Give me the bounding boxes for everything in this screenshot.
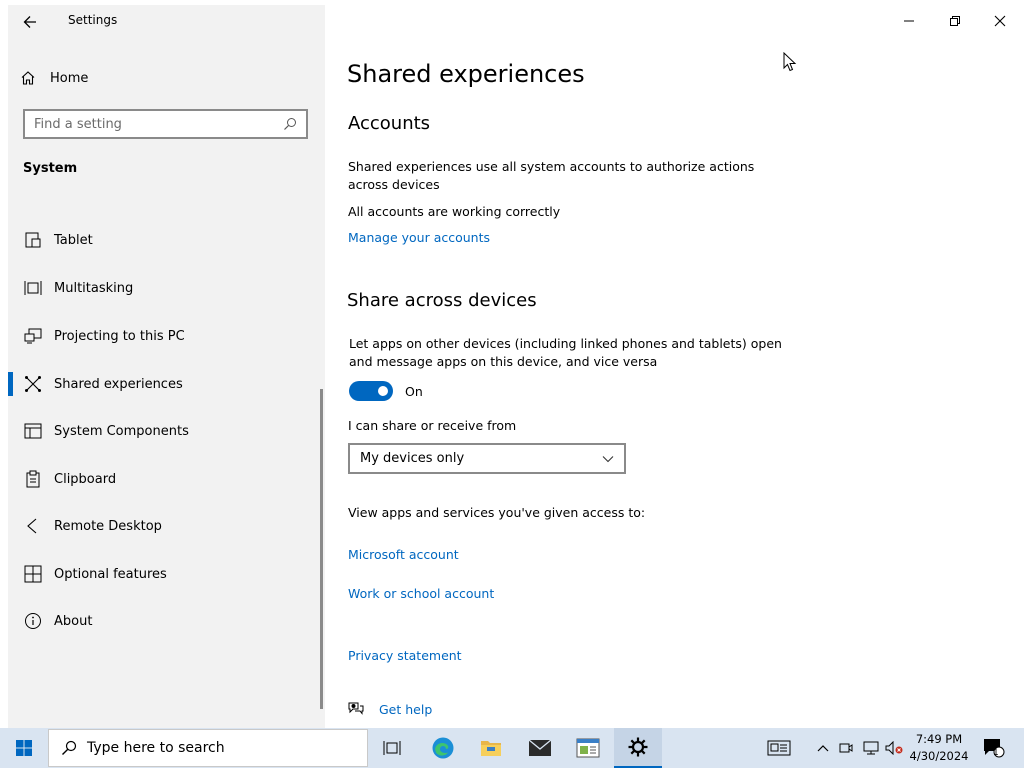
share-description: Let apps on other devices (including lin… <box>349 336 782 369</box>
task-view-icon <box>383 741 401 755</box>
microsoft-account-link[interactable]: Microsoft account <box>348 547 459 562</box>
accounts-status: All accounts are working correctly <box>348 204 561 219</box>
chevron-down-icon <box>602 455 614 462</box>
taskbar-clock[interactable]: 7:49 PM 4/30/2024 <box>904 731 974 765</box>
get-help[interactable]: Get help <box>347 700 432 718</box>
search-icon[interactable] <box>278 112 302 136</box>
search-icon <box>62 740 77 755</box>
home-icon <box>21 71 35 85</box>
restore-button[interactable] <box>932 6 978 36</box>
settings-window: Settings Home System Tablet Multitasking… <box>0 0 1024 728</box>
sidebar-item-tablet[interactable]: Tablet <box>8 221 325 259</box>
close-button[interactable] <box>977 6 1023 36</box>
volume-muted-icon <box>885 741 903 755</box>
minimize-icon <box>904 20 914 22</box>
sidebar-item-multitasking[interactable]: Multitasking <box>8 269 325 307</box>
nav-home[interactable]: Home <box>20 66 88 90</box>
share-toggle[interactable] <box>349 381 393 401</box>
tray-meet-now[interactable] <box>836 728 856 768</box>
taskbar-app-edge[interactable] <box>419 728 467 768</box>
system-components-icon <box>22 420 44 442</box>
tray-volume[interactable] <box>883 728 905 768</box>
clipboard-icon <box>22 468 44 490</box>
sidebar-item-shared-experiences[interactable]: Shared experiences <box>8 365 325 403</box>
share-from-dropdown-value: My devices only <box>360 451 465 466</box>
windows-logo-icon <box>16 740 32 756</box>
tray-overflow-button[interactable] <box>812 728 834 768</box>
taskbar-search-placeholder: Type here to search <box>87 740 225 756</box>
clock-date: 4/30/2024 <box>909 749 969 763</box>
network-icon <box>863 741 879 755</box>
edge-browser-icon <box>432 737 454 759</box>
sidebar-item-label: Tablet <box>54 232 93 248</box>
settings-gear-icon <box>628 737 648 757</box>
taskbar-search-box[interactable]: Type here to search <box>48 729 368 767</box>
start-button[interactable] <box>0 728 48 768</box>
accounts-description: Shared experiences use all system accoun… <box>348 159 755 192</box>
chevron-up-icon <box>817 745 829 752</box>
tablet-icon <box>22 229 44 251</box>
page-title: Shared experiences <box>347 60 585 88</box>
clock-time: 7:49 PM <box>915 732 963 746</box>
share-heading: Share across devices <box>347 290 537 311</box>
tray-network[interactable] <box>860 728 882 768</box>
setting-search-input[interactable] <box>25 116 278 132</box>
work-school-account-link[interactable]: Work or school account <box>348 586 494 601</box>
tray-news-button[interactable] <box>762 728 796 768</box>
sidebar-item-label: Clipboard <box>54 471 117 487</box>
taskbar-app-settings[interactable] <box>614 728 662 768</box>
privacy-statement-link[interactable]: Privacy statement <box>348 648 462 663</box>
shared-experiences-icon <box>22 373 44 395</box>
help-chat-icon <box>348 702 364 715</box>
share-from-dropdown[interactable]: My devices only <box>348 443 626 474</box>
notification-count: 1 <box>993 748 999 758</box>
task-view-button[interactable] <box>368 728 416 768</box>
sidebar-item-clipboard[interactable]: Clipboard <box>8 460 325 498</box>
restore-icon <box>950 16 960 26</box>
sidebar-item-label: Remote Desktop <box>54 518 162 534</box>
sidebar-item-label: Optional features <box>54 566 167 582</box>
taskbar-app-mail[interactable] <box>516 728 564 768</box>
about-icon <box>22 610 44 632</box>
taskbar-app-file-explorer[interactable] <box>467 728 515 768</box>
sidebar-item-label: Projecting to this PC <box>54 328 185 344</box>
minimize-button[interactable] <box>886 6 932 36</box>
back-arrow-icon <box>23 16 36 28</box>
optional-features-icon <box>22 563 44 585</box>
taskbar: Type here to search 7:49 PM 4/30/2024 1 <box>0 728 1024 768</box>
app-title: Settings <box>68 13 118 27</box>
camera-icon <box>839 743 853 753</box>
taskbar-app-system-info[interactable] <box>564 728 612 768</box>
sidebar-item-system-components[interactable]: System Components <box>8 412 325 450</box>
accounts-heading: Accounts <box>348 113 431 134</box>
mouse-cursor-icon <box>783 52 797 72</box>
sidebar-item-remote-desktop[interactable]: Remote Desktop <box>8 507 325 545</box>
sidebar-item-optional-features[interactable]: Optional features <box>8 555 325 593</box>
manage-accounts-link[interactable]: Manage your accounts <box>348 230 490 245</box>
view-apps-label: View apps and services you've given acce… <box>348 505 646 520</box>
sidebar-item-projecting[interactable]: Projecting to this PC <box>8 317 325 355</box>
sidebar-item-about[interactable]: About <box>8 602 325 640</box>
share-from-label: I can share or receive from <box>348 418 517 433</box>
get-help-link[interactable]: Get help <box>379 702 432 717</box>
back-button[interactable] <box>16 8 44 36</box>
system-info-icon <box>576 738 600 758</box>
remote-desktop-icon <box>22 515 44 537</box>
section-label-system: System <box>23 161 78 176</box>
setting-search-box[interactable] <box>23 109 308 139</box>
multitasking-icon <box>22 277 44 299</box>
sidebar-item-label: Multitasking <box>54 280 134 296</box>
share-toggle-state: On <box>405 384 423 399</box>
sidebar-item-label: Shared experiences <box>54 376 183 392</box>
mail-icon <box>528 739 552 756</box>
nav-home-label: Home <box>50 70 89 86</box>
file-explorer-icon <box>481 741 501 756</box>
news-icon <box>767 740 791 756</box>
sidebar-item-label: System Components <box>54 423 189 439</box>
notification-center-button[interactable]: 1 <box>980 728 1008 768</box>
sidebar-item-label: About <box>54 613 93 629</box>
close-icon <box>994 15 1006 27</box>
projecting-icon <box>22 325 44 347</box>
